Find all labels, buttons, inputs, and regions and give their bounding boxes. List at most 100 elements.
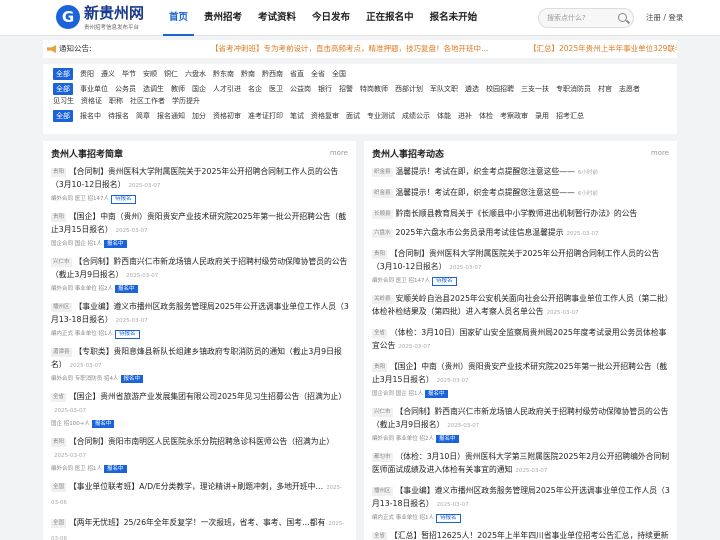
filter-option[interactable]: 六盘水 [185, 68, 206, 80]
filter-option[interactable]: 全省 [311, 68, 325, 80]
item-title[interactable]: 【两年无忧班】25/26年全年反复学！一次报班，省考、事考、国考…都有 [69, 518, 325, 527]
filter-option[interactable]: 三支一扶 [521, 83, 549, 95]
filter-option[interactable]: 加分 [192, 110, 206, 122]
filter-option[interactable]: 银行 [318, 83, 332, 95]
filter-option[interactable]: 社区工作者 [130, 95, 165, 107]
filter-option[interactable]: 铜仁 [164, 68, 178, 80]
filter-option[interactable]: 学历提升 [172, 95, 200, 107]
filter-option[interactable]: 简章 [136, 110, 150, 122]
list-item[interactable]: 贵阳 【国企】中南（贵州）贵阳贵安产业技术研究院2025年第一批公开招聘公告（截止… [372, 360, 672, 388]
filter-option[interactable]: 报名通知 [157, 110, 185, 122]
right-more-link[interactable]: more [651, 149, 669, 157]
filter-option[interactable]: 成绩公示 [402, 110, 430, 122]
filter-option[interactable]: 面试 [346, 110, 360, 122]
list-item[interactable]: 贵阳 【国企】中南（贵州）贵阳贵安产业技术研究院2025年第一批公开招聘公告（截止… [51, 210, 351, 238]
nav-today[interactable]: 今日发布 [306, 0, 356, 36]
item-title[interactable]: 【国企】贵州省旅游产业发展集团有限公司2025年见习生招募公告（招满为止） [69, 392, 346, 401]
notice-link-1[interactable]: 【省考冲刺班】专为考前设计，直击高频考点，精准押题，技巧复盘！各地开班中… [211, 40, 489, 58]
list-item[interactable]: 兴仁市 【合同制】黔西南兴仁市新龙场镇人民政府关于招聘村级劳动保障协管员的公告（截… [51, 255, 351, 283]
filter-option[interactable]: 国企 [192, 83, 206, 95]
filter-option[interactable]: 遴选 [465, 83, 479, 95]
filter-option[interactable]: 公务员 [115, 83, 136, 95]
filter-option[interactable]: 人才引进 [213, 83, 241, 95]
filter-option[interactable]: 录用 [535, 110, 549, 122]
filter-option[interactable]: 医卫 [269, 83, 283, 95]
list-item[interactable]: 六盘水 2025年六盘水市公务员录用考试佳信息温馨提示 2025-03-07 [372, 226, 672, 241]
filter-option[interactable]: 黔西南 [262, 68, 283, 80]
filter-option[interactable]: 资格证 [81, 95, 102, 107]
filter-option[interactable]: 考察政审 [500, 110, 528, 122]
filter-option[interactable]: 事业单位 [80, 83, 108, 95]
search-input[interactable]: 搜索点什么? [538, 8, 634, 28]
filter-option[interactable]: 招警 [339, 83, 353, 95]
item-title[interactable]: 【汇总】暂招12625人！2025年上半年四川省事业单位招考公告汇总，持续更新中… [372, 531, 669, 540]
item-title[interactable]: 温馨提示！考试在即，织金考点提醒您注意这些—— [396, 188, 575, 197]
login-link[interactable]: 登录 [668, 13, 683, 22]
filter-option[interactable]: 专业测试 [367, 110, 395, 122]
list-item[interactable]: 织金县 温馨提示！考试在即，织金考点提醒您注意这些—— 6小时前 [372, 186, 672, 201]
filter-option[interactable]: 毕节 [122, 68, 136, 80]
list-item[interactable]: 贵阳 【合同制】贵州医科大学附属医院关于2025年公开招聘合同制工作人员的公告（3… [51, 165, 351, 193]
filter-option[interactable]: 见习生 [53, 95, 74, 107]
item-title[interactable]: 【合同制】贵州医科大学附属医院关于2025年公开招聘合同制工作人员的公告（3月1… [51, 167, 338, 189]
filter-option[interactable]: 笔试 [290, 110, 304, 122]
filter-all-option[interactable]: 全部 [53, 110, 73, 122]
filter-option[interactable]: 志愿者 [619, 83, 640, 95]
item-title[interactable]: 【事业单位联考班】A/D/E分类教学，理论精讲+刷题冲刺，多地开班中… [69, 482, 323, 491]
list-item[interactable]: 都匀市 （体检：3月10日）贵州医科大学第三附属医院2025年2月公开招聘编外合同… [372, 450, 672, 478]
search-icon[interactable] [618, 13, 627, 22]
item-title[interactable]: 【事业编】遵义市播州区政务服务管理局2025年公开选调事业单位工作人员（3月13… [51, 302, 349, 324]
filter-option[interactable]: 招考汇总 [556, 110, 584, 122]
item-title[interactable]: 2025年六盘水市公务员录用考试佳信息温馨提示 [396, 228, 564, 237]
filter-option[interactable]: 进补 [458, 110, 472, 122]
filter-option[interactable]: 遵义 [101, 68, 115, 80]
filter-option[interactable]: 公益岗 [290, 83, 311, 95]
item-title[interactable]: 【国企】中南（贵州）贵阳贵安产业技术研究院2025年第一批公开招聘公告（截止3月… [372, 362, 667, 384]
list-item[interactable]: 全省 （体检：3月10日）国家矿山安全监察局贵州局2025年度考试录用公务员体检事… [372, 326, 672, 354]
filter-option[interactable]: 报名中 [80, 110, 101, 122]
filter-option[interactable]: 资格复审 [311, 110, 339, 122]
item-title[interactable]: 【国企】中南（贵州）贵阳贵安产业技术研究院2025年第一批公开招聘公告（截止3月… [51, 212, 346, 234]
filter-all-option[interactable]: 全部 [53, 68, 73, 80]
item-title[interactable]: 【合同制】贵州医科大学附属医院关于2025年公开招聘合同制工作人员的公告（3月1… [372, 249, 659, 271]
notice-link-2[interactable]: 【汇总】2025年贵州上半年事业单位329联考招考公告，持 [529, 40, 677, 58]
left-more-link[interactable]: more [330, 149, 348, 157]
filter-option[interactable]: 体检 [479, 110, 493, 122]
filter-option[interactable]: 特岗教师 [360, 83, 388, 95]
filter-option[interactable]: 黔南 [241, 68, 255, 80]
filter-option[interactable]: 专职消防员 [556, 83, 591, 95]
list-item[interactable]: 全国 【事业单位联考班】A/D/E分类教学，理论精讲+刷题冲刺，多地开班中… 202… [51, 480, 351, 510]
list-item[interactable]: 关岭县 安顺关岭自治县2025年公安机关面向社会公开招聘事业单位工作人员（第二批）… [372, 292, 672, 320]
filter-option[interactable]: 军队文职 [430, 83, 458, 95]
register-link[interactable]: 注册 [646, 13, 661, 22]
item-title[interactable]: 【合同制】黔西南兴仁市新龙场镇人民政府关于招聘村级劳动保障协管员的公告（截止3月… [51, 257, 347, 279]
filter-option[interactable]: 省直 [290, 68, 304, 80]
item-title[interactable]: 温馨提示！考试在即，织金考点提醒您注意这些—— [396, 167, 575, 176]
list-item[interactable]: 全国 【两年无忧班】25/26年全年反复学！一次报班，省考、事考、国考…都有 202… [51, 516, 351, 540]
filter-option[interactable]: 职称 [109, 95, 123, 107]
list-item[interactable]: 全省 【汇总】暂招12625人！2025年上半年四川省事业单位招考公告汇总，持续更… [372, 529, 672, 540]
list-item[interactable]: 长顺县 黔南长顺县教育局关于《长顺县中小学教师进出机制暂行办法》的公告 [372, 207, 672, 220]
list-item[interactable]: 播州区 【事业编】遵义市播州区政务服务管理局2025年公开选调事业单位工作人员（3… [372, 484, 672, 512]
filter-option[interactable]: 待报名 [108, 110, 129, 122]
list-item[interactable]: 湄潭县 【专职类】贵阳息烽县新队长组建乡镇政府专职消防员的通知（截止3月9日报名）… [51, 345, 351, 373]
item-title[interactable]: 【合同制】黔西南兴仁市新龙场镇人民政府关于招聘村级劳动保障协管员的公告（截止3月… [372, 407, 668, 429]
filter-all-option[interactable]: 全部 [53, 83, 73, 95]
list-item[interactable]: 播州区 【事业编】遵义市播州区政务服务管理局2025年公开选调事业单位工作人员（3… [51, 300, 351, 328]
filter-option[interactable]: 黔东南 [213, 68, 234, 80]
filter-option[interactable]: 贵阳 [80, 68, 94, 80]
list-item[interactable]: 兴仁市 【合同制】黔西南兴仁市新龙场镇人民政府关于招聘村级劳动保障协管员的公告（截… [372, 405, 672, 433]
item-title[interactable]: 【合同制】贵阳市南明区人民医院永乐分院招聘急诊科医师公告（招满为止） [69, 437, 334, 446]
site-logo[interactable]: G 新贵州网 贵州招考信息发布平台 [56, 4, 156, 32]
filter-option[interactable]: 教师 [171, 83, 185, 95]
filter-option[interactable]: 体能 [437, 110, 451, 122]
list-item[interactable]: 贵阳 【合同制】贵州医科大学附属医院关于2025年公开招聘合同制工作人员的公告（3… [372, 247, 672, 275]
nav-exams[interactable]: 贵州招考 [198, 0, 248, 36]
filter-option[interactable]: 选调生 [143, 83, 164, 95]
filter-option[interactable]: 西部计划 [395, 83, 423, 95]
nav-materials[interactable]: 考试资料 [252, 0, 302, 36]
filter-option[interactable]: 全国 [332, 68, 346, 80]
nav-registering[interactable]: 正在报名中 [360, 0, 420, 36]
list-item[interactable]: 贵阳 【合同制】贵阳市南明区人民医院永乐分院招聘急诊科医师公告（招满为止） 2025… [51, 435, 351, 463]
item-title[interactable]: 黔南长顺县教育局关于《长顺县中小学教师进出机制暂行办法》的公告 [396, 209, 638, 218]
